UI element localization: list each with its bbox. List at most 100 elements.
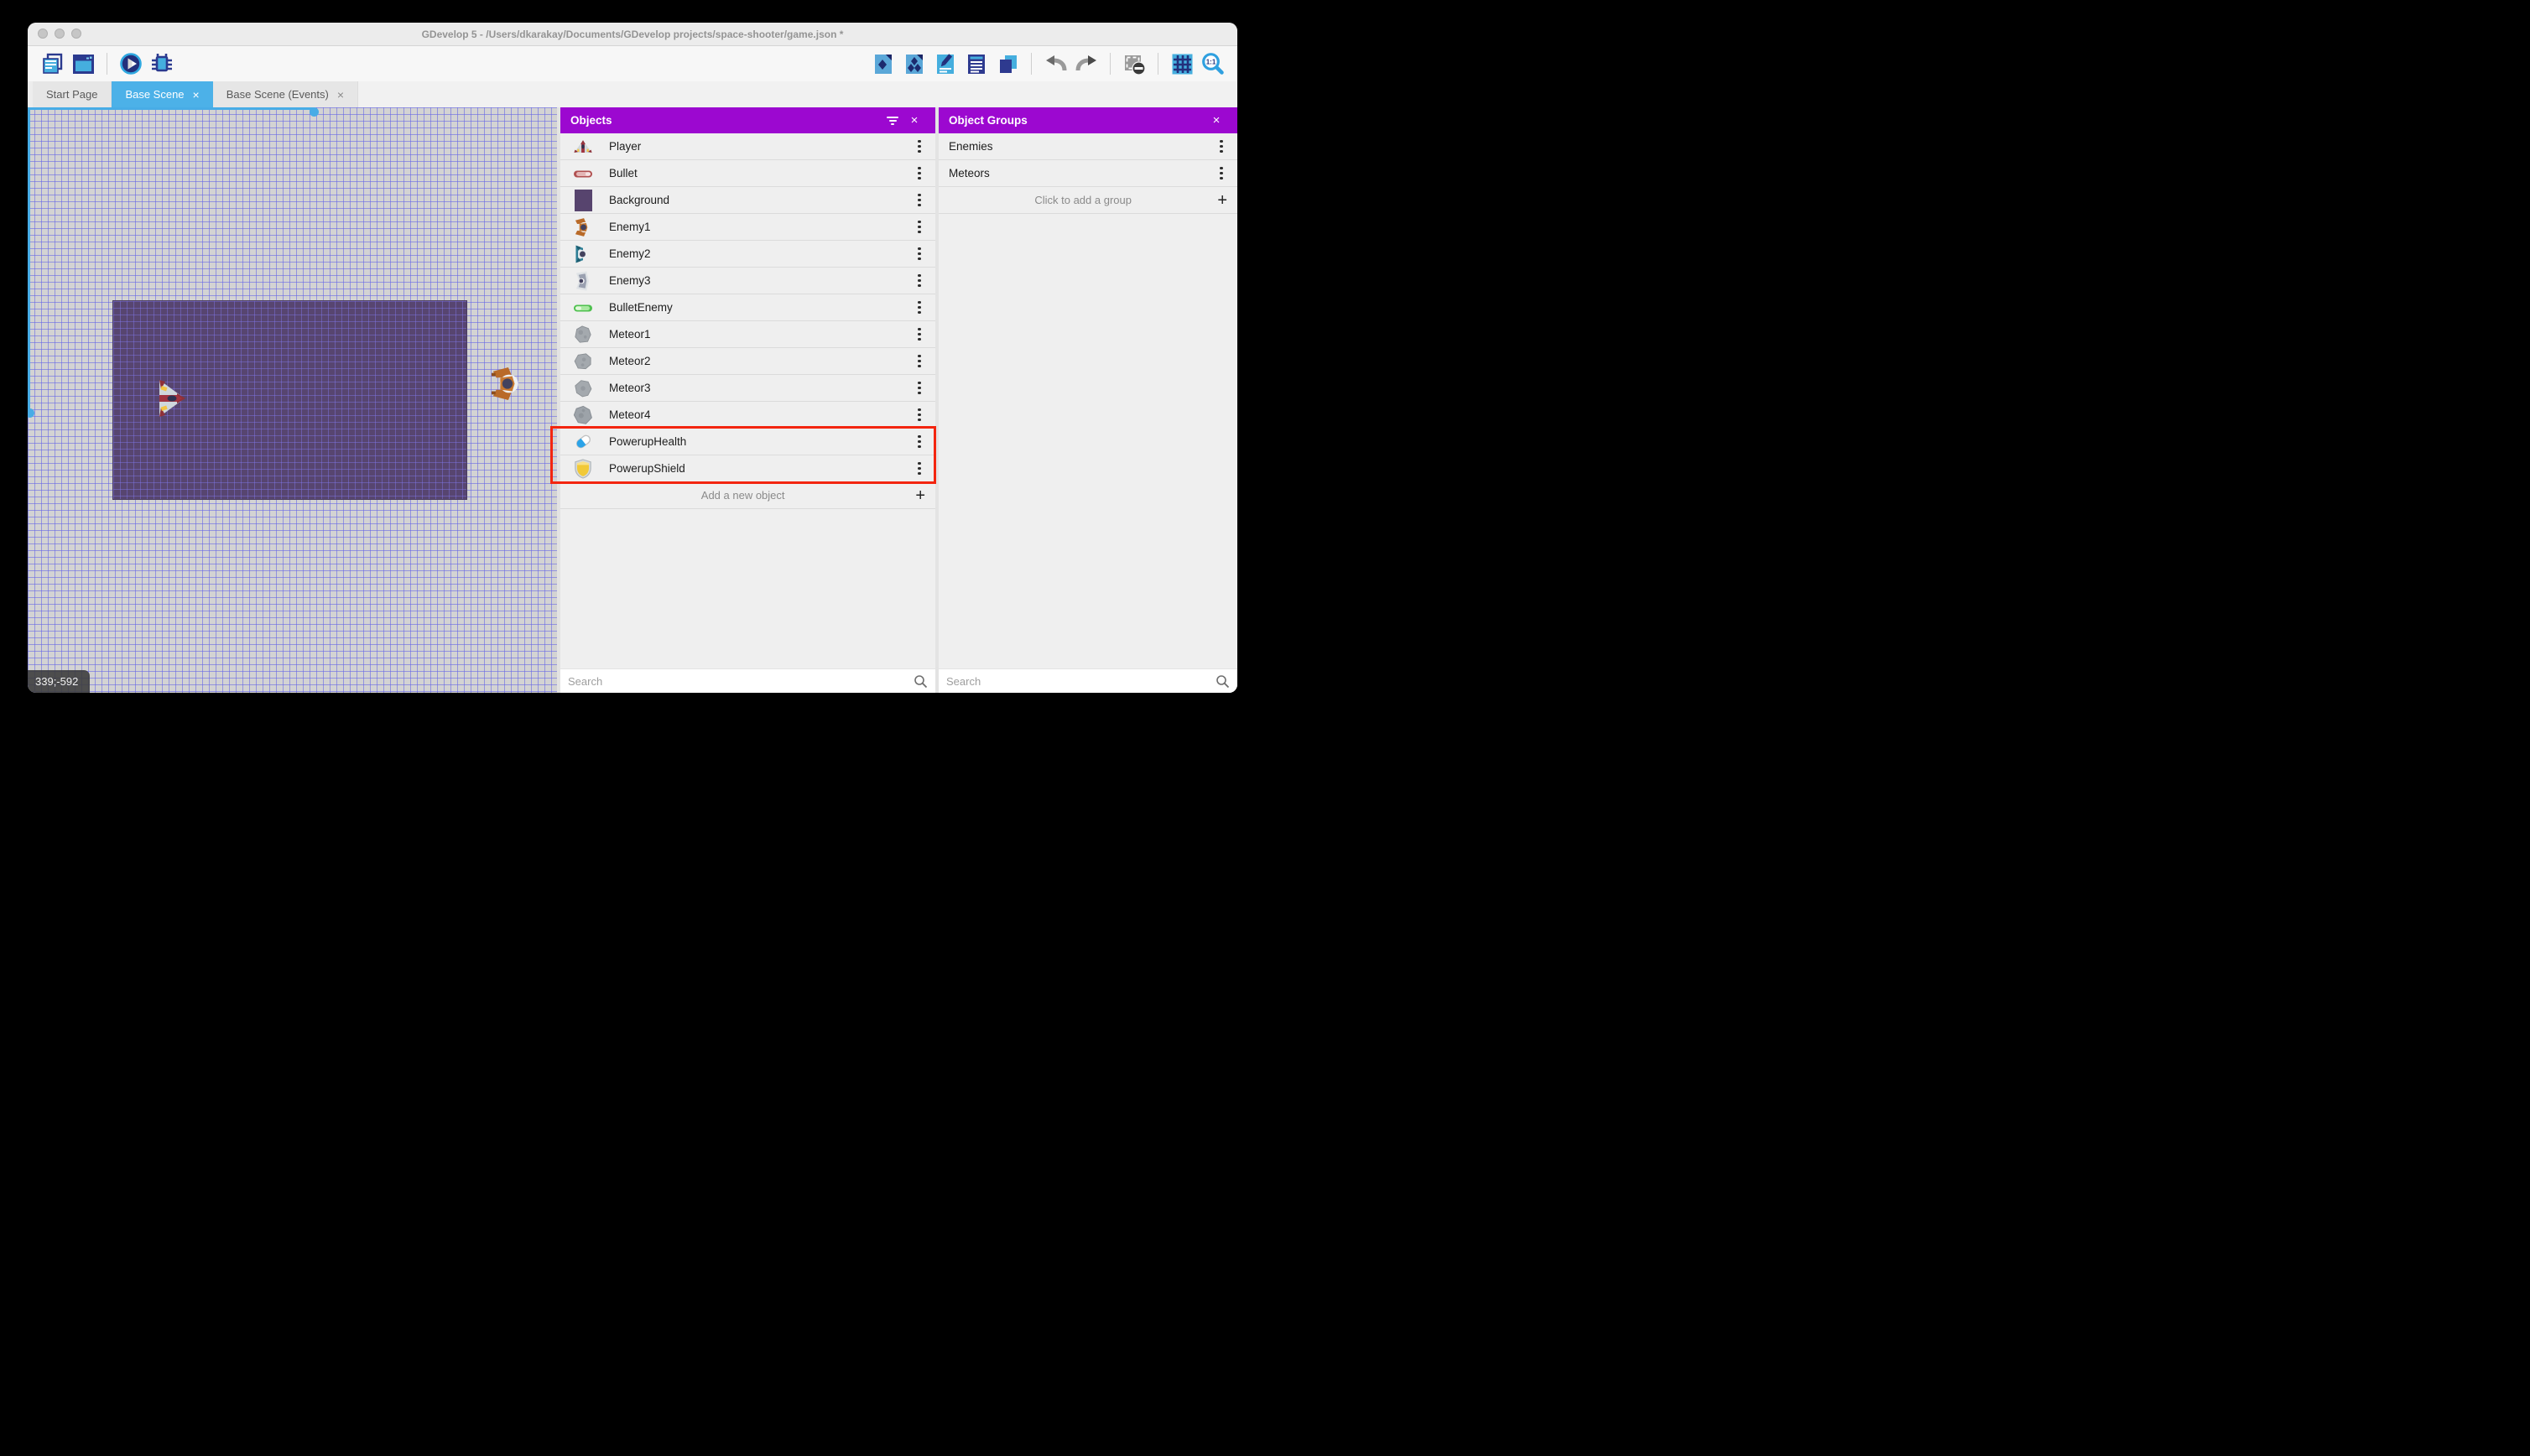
objects-search-input[interactable]	[568, 674, 914, 688]
kebab-menu-icon[interactable]	[912, 405, 927, 425]
layers-panel-button[interactable]	[995, 51, 1020, 76]
plus-icon[interactable]: +	[915, 487, 925, 504]
kebab-menu-icon[interactable]	[912, 190, 927, 211]
group-name: Meteors	[949, 167, 990, 179]
kebab-menu-icon[interactable]	[1214, 137, 1229, 157]
start-page-button[interactable]	[70, 51, 96, 76]
object-groups-search-input[interactable]	[946, 674, 1216, 688]
redo-icon	[1075, 55, 1096, 71]
object-groups-empty-area	[939, 214, 1237, 668]
add-object-row[interactable]: Add a new object +	[560, 482, 935, 509]
kebab-menu-icon[interactable]	[912, 351, 927, 372]
object-row-enemy2[interactable]: Enemy2	[560, 241, 935, 268]
toggle-object-groups-panel-button[interactable]	[902, 51, 927, 76]
kebab-menu-icon[interactable]	[912, 271, 927, 291]
object-groups-panel: Object Groups × Enemies Meteors Click to…	[939, 107, 1237, 693]
objects-panel-empty-area	[560, 509, 935, 668]
toggle-grid-button[interactable]	[1169, 51, 1195, 76]
object-groups-panel-header: Object Groups ×	[939, 107, 1237, 133]
toggle-mask-button[interactable]	[1122, 51, 1147, 76]
kebab-menu-icon[interactable]	[912, 137, 927, 157]
enemy2-ship-icon	[572, 243, 594, 265]
instances-list-button[interactable]	[964, 51, 989, 76]
redo-button[interactable]	[1074, 51, 1099, 76]
undo-icon	[1045, 55, 1066, 71]
properties-icon	[937, 53, 954, 74]
horizontal-scrollbar[interactable]	[28, 107, 314, 110]
tab-label: Base Scene	[125, 88, 185, 101]
object-name: Enemy3	[609, 274, 651, 287]
kebab-menu-icon[interactable]	[912, 459, 927, 479]
close-panel-icon[interactable]: ×	[903, 113, 925, 127]
debug-button[interactable]	[149, 51, 174, 76]
kebab-menu-icon[interactable]	[912, 217, 927, 237]
cursor-coordinates-badge: 339;-592	[28, 670, 90, 693]
object-row-meteor4[interactable]: Meteor4	[560, 402, 935, 429]
title-bar: GDevelop 5 - /Users/dkarakay/Documents/G…	[28, 23, 1237, 46]
main-toolbar: 1:1	[28, 46, 1237, 81]
enemy-ship-instance[interactable]	[491, 365, 523, 403]
kebab-menu-icon[interactable]	[912, 432, 927, 452]
object-name: Meteor3	[609, 382, 651, 394]
tab-start-page[interactable]: Start Page	[33, 81, 112, 107]
object-row-enemy1[interactable]: Enemy1	[560, 214, 935, 241]
object-row-background[interactable]: Background	[560, 187, 935, 214]
window-title: GDevelop 5 - /Users/dkarakay/Documents/G…	[421, 29, 844, 40]
grid-icon	[1172, 54, 1192, 74]
gdevelop-window: GDevelop 5 - /Users/dkarakay/Documents/G…	[28, 23, 1237, 693]
kebab-menu-icon[interactable]	[1214, 164, 1229, 184]
object-name: Meteor1	[609, 328, 651, 341]
kebab-menu-icon[interactable]	[912, 298, 927, 318]
plus-icon[interactable]: +	[1217, 192, 1227, 209]
object-row-poweruphealth[interactable]: PowerupHealth	[560, 429, 935, 455]
objects-panel-icon	[875, 54, 892, 74]
play-preview-button[interactable]	[118, 51, 143, 76]
object-row-meteor1[interactable]: Meteor1	[560, 321, 935, 348]
tab-close-icon[interactable]: ×	[337, 89, 344, 101]
scene-window-icon	[72, 54, 94, 74]
horizontal-scrollbar-thumb[interactable]	[310, 107, 319, 117]
window-mask-icon	[1124, 55, 1146, 75]
filter-icon[interactable]	[882, 116, 903, 125]
zoom-original-button[interactable]: 1:1	[1200, 51, 1226, 76]
objects-panel-title: Objects	[570, 114, 612, 127]
enemy3-ship-icon	[572, 270, 594, 292]
green-bullet-icon	[572, 297, 594, 319]
toggle-objects-panel-button[interactable]	[871, 51, 896, 76]
tab-base-scene[interactable]: Base Scene ×	[112, 81, 213, 107]
vertical-scrollbar-thumb[interactable]	[28, 408, 34, 418]
vertical-scrollbar[interactable]	[28, 107, 30, 413]
object-row-player[interactable]: Player	[560, 133, 935, 160]
object-row-bullet[interactable]: Bullet	[560, 160, 935, 187]
kebab-menu-icon[interactable]	[912, 164, 927, 184]
kebab-menu-icon[interactable]	[912, 244, 927, 264]
object-row-bulletenemy[interactable]: BulletEnemy	[560, 294, 935, 321]
zoom-1to1-icon: 1:1	[1202, 53, 1224, 75]
object-name: Enemy2	[609, 247, 651, 260]
objects-panel: Objects × Player Bullet Background Enemy…	[560, 107, 935, 693]
object-name: Meteor4	[609, 408, 651, 421]
objects-search-bar	[560, 668, 935, 693]
object-row-enemy3[interactable]: Enemy3	[560, 268, 935, 294]
undo-button[interactable]	[1043, 51, 1068, 76]
scene-canvas[interactable]: 339;-592	[28, 107, 557, 693]
layers-icon	[999, 55, 1017, 73]
kebab-menu-icon[interactable]	[912, 325, 927, 345]
close-panel-icon[interactable]: ×	[1205, 113, 1227, 127]
properties-panel-button[interactable]	[933, 51, 958, 76]
object-name: PowerupHealth	[609, 435, 687, 448]
group-row-enemies[interactable]: Enemies	[939, 133, 1237, 160]
tab-close-icon[interactable]: ×	[193, 89, 200, 101]
project-manager-button[interactable]	[39, 51, 65, 76]
group-name: Enemies	[949, 140, 993, 153]
player-ship-instance[interactable]	[156, 377, 187, 419]
health-pill-icon	[572, 431, 594, 453]
tab-base-scene-events[interactable]: Base Scene (Events) ×	[212, 81, 359, 107]
add-group-row[interactable]: Click to add a group +	[939, 187, 1237, 214]
editor-content: 339;-592 Objects × Player Bullet Backgro…	[28, 107, 1237, 693]
object-row-meteor2[interactable]: Meteor2	[560, 348, 935, 375]
object-row-meteor3[interactable]: Meteor3	[560, 375, 935, 402]
group-row-meteors[interactable]: Meteors	[939, 160, 1237, 187]
object-row-powerupshield[interactable]: PowerupShield	[560, 455, 935, 482]
kebab-menu-icon[interactable]	[912, 378, 927, 398]
